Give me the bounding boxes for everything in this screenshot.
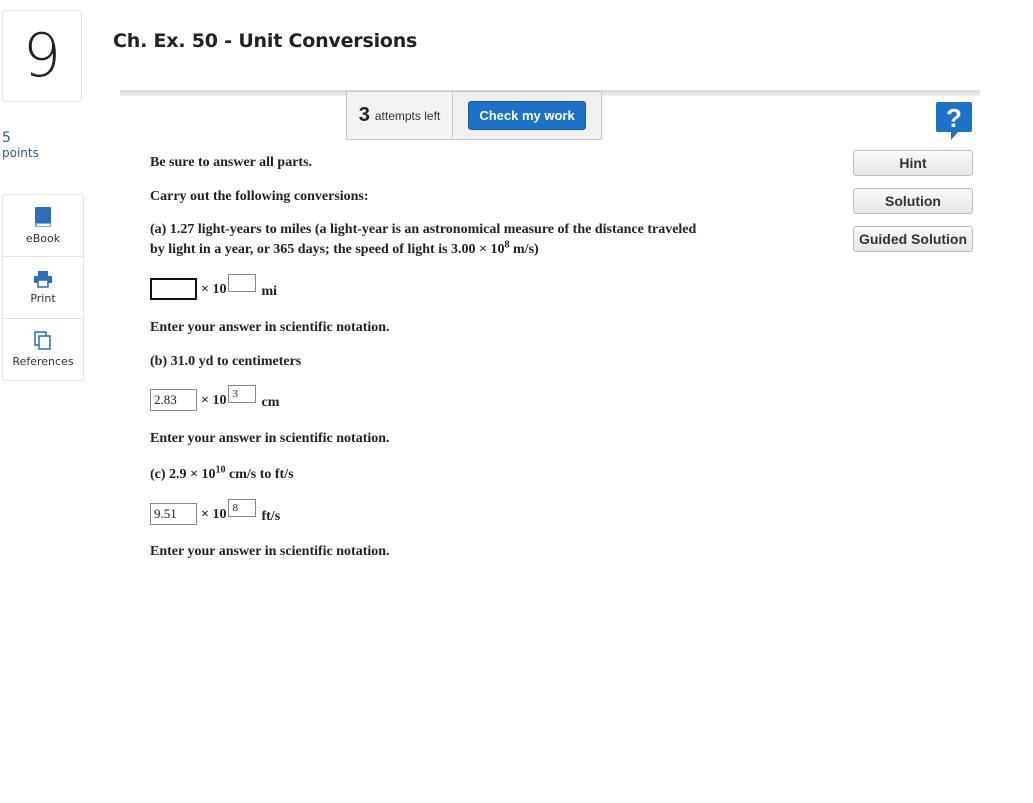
part-b-answer: × 10 cm — [150, 385, 280, 417]
references-label: References — [12, 355, 74, 368]
part-c-exponent-input[interactable] — [228, 499, 257, 517]
part-c-prompt: (c) 2.9 × 1010 cm/s to ft/s — [150, 464, 294, 482]
part-c-answer: × 10 ft/s — [150, 499, 281, 531]
ebook-button[interactable]: eBook — [3, 195, 83, 257]
points-display: 5 points — [2, 130, 39, 160]
tools-panel: eBook Print References — [2, 194, 84, 381]
references-button[interactable]: References — [3, 319, 83, 380]
print-button[interactable]: Print — [3, 257, 83, 319]
attempts-counter: 3 attempts left — [347, 92, 453, 139]
attempts-count: 3 — [358, 104, 370, 126]
attempts-label: attempts left — [374, 108, 441, 123]
conversions-heading: Carry out the following conversions: — [150, 189, 369, 204]
sci-notation-note-a: Enter your answer in scientific notation… — [150, 320, 390, 335]
hint-button[interactable]: Hint — [853, 150, 973, 176]
print-label: Print — [30, 292, 56, 305]
check-my-work-button[interactable]: Check my work — [468, 101, 586, 130]
times-ten-label: × 10 — [201, 393, 227, 408]
ebook-label: eBook — [25, 232, 61, 245]
guided-solution-button[interactable]: Guided Solution — [853, 226, 973, 252]
printer-icon — [34, 271, 52, 288]
svg-text:?: ? — [946, 103, 962, 133]
part-b-prompt: (b) 31.0 yd to centimeters — [150, 354, 302, 369]
part-b-mantissa-input[interactable] — [150, 389, 197, 411]
page-title: Ch. Ex. 50 - Unit Conversions — [113, 30, 418, 52]
times-ten-label: × 10 — [201, 282, 227, 297]
solution-button[interactable]: Solution — [853, 188, 973, 214]
question-number: 9 — [2, 10, 82, 102]
part-b-exponent-input[interactable] — [228, 385, 257, 403]
points-label: points — [2, 146, 39, 160]
part-a-mantissa-input[interactable] — [150, 278, 197, 300]
sci-notation-note-c: Enter your answer in scientific notation… — [150, 544, 390, 559]
copy-icon — [34, 331, 51, 350]
part-a-answer: × 10 mi — [150, 274, 278, 306]
part-a-exponent-input[interactable] — [228, 274, 257, 292]
help-icon[interactable]: ? — [934, 100, 974, 142]
attempts-bar: 3 attempts left Check my work — [346, 91, 602, 140]
points-value: 5 — [2, 130, 11, 146]
sci-notation-note-b: Enter your answer in scientific notation… — [150, 431, 390, 446]
part-c-mantissa-input[interactable] — [150, 503, 197, 525]
book-icon — [35, 207, 51, 227]
part-c-unit: ft/s — [261, 509, 281, 524]
part-a-prompt: (a) 1.27 light-years to miles (a light-y… — [150, 222, 697, 257]
part-b-unit: cm — [261, 395, 280, 410]
part-a-unit: mi — [261, 284, 278, 299]
instructions-text: Be sure to answer all parts. — [150, 155, 313, 170]
times-ten-label: × 10 — [201, 507, 227, 522]
